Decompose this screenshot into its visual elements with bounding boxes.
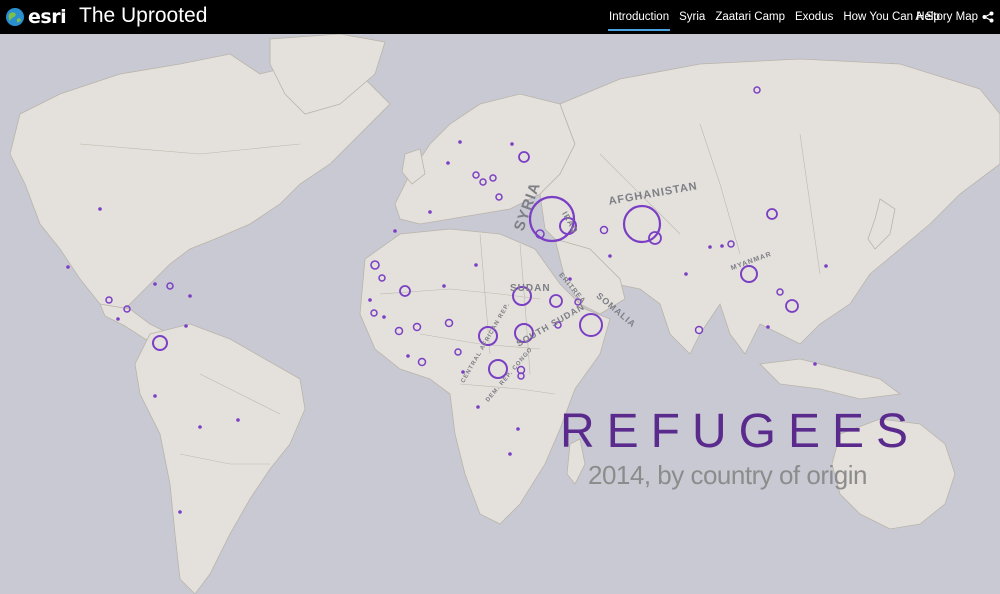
esri-logo[interactable]: esri xyxy=(5,5,67,29)
dot xyxy=(178,510,182,514)
dot xyxy=(393,229,397,233)
story-nav: Introduction Syria Zaatari Camp Exodus H… xyxy=(604,0,945,34)
dot xyxy=(813,362,817,366)
nav-exodus[interactable]: Exodus xyxy=(794,11,834,23)
story-map-link[interactable]: A Story Map xyxy=(915,0,994,34)
dot xyxy=(824,264,828,268)
nav-zaatari-camp[interactable]: Zaatari Camp xyxy=(714,11,786,23)
dot xyxy=(406,354,410,358)
dot xyxy=(442,284,446,288)
label-sudan: SUDAN xyxy=(510,283,551,294)
dot xyxy=(684,272,688,276)
story-map-label: A Story Map xyxy=(915,11,978,23)
share-icon[interactable] xyxy=(982,11,994,23)
dot xyxy=(516,427,520,431)
dot xyxy=(476,405,480,409)
dot xyxy=(116,317,120,321)
dot xyxy=(510,142,514,146)
dot xyxy=(236,418,240,422)
app-title: The Uprooted xyxy=(79,4,208,27)
brand-name: esri xyxy=(28,6,67,28)
dot xyxy=(368,298,372,302)
dot xyxy=(608,254,612,258)
dot xyxy=(474,263,478,267)
dot xyxy=(188,294,192,298)
map-title-block: REFUGEES 2014, by country of origin xyxy=(560,408,920,491)
dot xyxy=(382,315,386,319)
app-header: esri The Uprooted Introduction Syria Zaa… xyxy=(0,0,1000,34)
dot xyxy=(428,210,432,214)
dot xyxy=(508,452,512,456)
dot xyxy=(184,324,188,328)
dot xyxy=(153,282,157,286)
dot xyxy=(458,140,462,144)
dot xyxy=(446,161,450,165)
nav-introduction[interactable]: Introduction xyxy=(608,11,671,31)
map-subtitle: 2014, by country of origin xyxy=(588,460,867,490)
dot xyxy=(66,265,70,269)
dot xyxy=(720,244,724,248)
dot xyxy=(198,425,202,429)
map-title: REFUGEES xyxy=(560,405,921,458)
dot xyxy=(98,207,102,211)
dot xyxy=(708,245,712,249)
nav-syria[interactable]: Syria xyxy=(678,11,706,23)
dot xyxy=(153,394,157,398)
globe-icon xyxy=(6,8,24,26)
dot xyxy=(766,325,770,329)
